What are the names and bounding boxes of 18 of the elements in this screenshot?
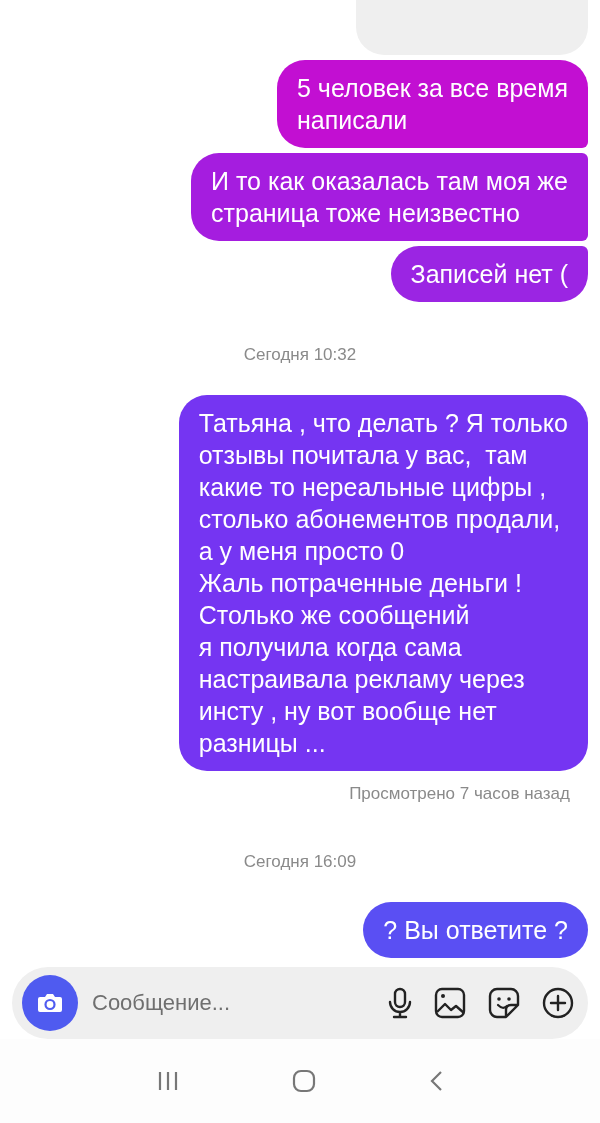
sent-message: 5 человек за все время написали bbox=[277, 60, 588, 148]
sent-message: Татьяна , что делать ? Я только отзывы почитала у вас, там какие то нереальные цифры , столько абонементов продали, а у меня просто 0 Жаль потраченные деньги ! Столько же сообщений я получила когда сама настраивала рекламу через инсту , ну вот вообще нет разницы ... bbox=[178, 395, 588, 771]
microphone-icon[interactable] bbox=[388, 987, 412, 1019]
sent-message: Записей нет ( bbox=[390, 246, 588, 302]
timestamp: Сегодня 16:09 bbox=[243, 852, 357, 872]
add-icon[interactable] bbox=[542, 987, 574, 1019]
timestamp: Сегодня 10:32 bbox=[243, 345, 357, 365]
sticker-icon[interactable] bbox=[488, 987, 520, 1019]
home-icon[interactable] bbox=[292, 1069, 316, 1093]
sent-message: ? Вы ответите ? bbox=[363, 902, 588, 958]
recent-apps-icon[interactable] bbox=[156, 1070, 179, 1092]
message-field[interactable]: Сообщение... bbox=[90, 989, 366, 1017]
camera-button[interactable] bbox=[22, 975, 78, 1031]
seen-status: Просмотрено 7 часов назад bbox=[349, 784, 570, 804]
back-icon[interactable] bbox=[429, 1070, 444, 1092]
image-icon[interactable] bbox=[434, 987, 466, 1019]
sent-message: И то как оказалась там моя же страница тоже неизвестно bbox=[191, 153, 588, 241]
camera-icon bbox=[37, 992, 63, 1014]
